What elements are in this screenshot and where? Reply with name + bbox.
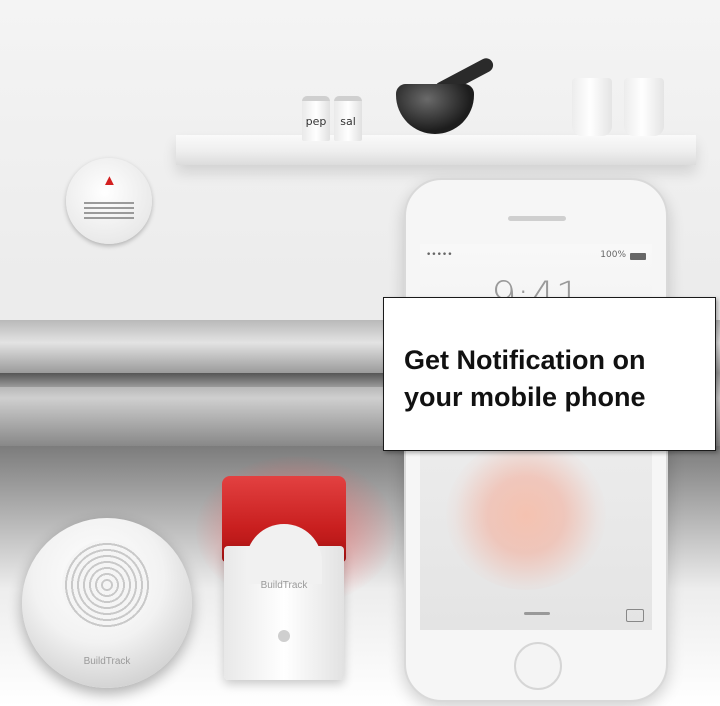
- pepper-jar: pep: [302, 96, 330, 141]
- callout-text: Get Notification on your mobile phone: [404, 342, 704, 416]
- wall-smoke-detector: ▲: [66, 158, 152, 244]
- mortar-bowl: [396, 84, 474, 134]
- strobe-siren: BuildTrack: [222, 476, 346, 680]
- detector-brand-label: BuildTrack: [83, 656, 131, 667]
- siren-brand-label: BuildTrack: [260, 580, 308, 591]
- siren-body: BuildTrack: [224, 524, 344, 680]
- white-cup: [624, 78, 664, 136]
- salt-jar: sal: [334, 96, 362, 141]
- flame-icon: ▲: [102, 172, 117, 189]
- phone-speaker: [508, 216, 566, 221]
- lockscreen-grabber: [524, 612, 550, 615]
- battery-icon: [630, 253, 646, 260]
- product-scene: pep sal ▲ ••••• 100% 9:41 Get Notificati…: [0, 0, 720, 706]
- camera-icon: [626, 609, 644, 622]
- status-bar: ••••• 100%: [420, 250, 652, 266]
- ceiling-smoke-detector: BuildTrack: [22, 518, 192, 688]
- callout-line-2: your mobile phone: [404, 382, 646, 412]
- home-button: [514, 642, 562, 690]
- signal-icon: •••••: [426, 250, 453, 260]
- jar-label: sal: [340, 115, 356, 128]
- kitchen-shelf: [176, 135, 696, 165]
- battery-percent: 100%: [600, 250, 626, 260]
- detector-vents: [84, 202, 134, 222]
- stove-edge: [0, 373, 400, 387]
- detector-grill: [62, 540, 152, 630]
- siren-led: [278, 630, 290, 642]
- white-cup: [572, 78, 612, 136]
- jar-label: pep: [305, 115, 327, 128]
- notification-callout: Get Notification on your mobile phone: [383, 297, 716, 451]
- wallpaper-flower: [446, 440, 606, 590]
- callout-line-1: Get Notification on: [404, 345, 646, 375]
